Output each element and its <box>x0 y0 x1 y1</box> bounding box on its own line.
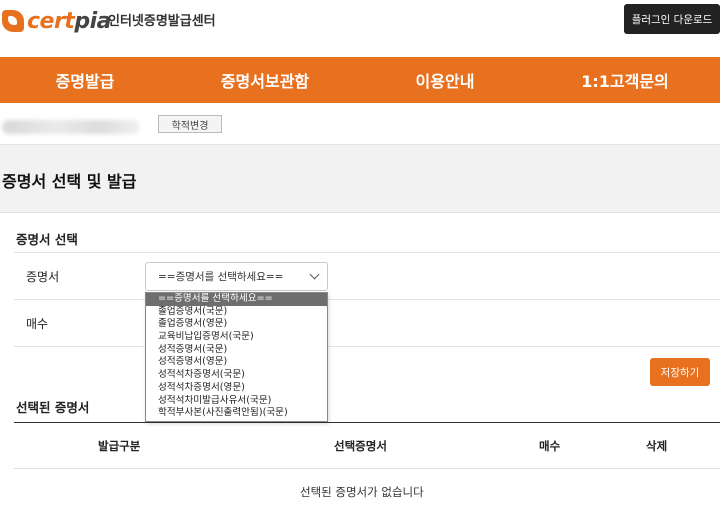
dropdown-option[interactable]: 성적증명서(국문) <box>146 344 327 357</box>
change-enrollment-button[interactable]: 학적변경 <box>158 115 222 133</box>
student-name-redacted <box>2 120 140 134</box>
top-header: certpia 인터넷증명발급센터 플러그인 다운로드 <box>0 0 720 57</box>
certpia-logo[interactable]: certpia <box>2 8 111 34</box>
dropdown-option[interactable]: 성적석차미발급사유서(국문) <box>146 395 327 408</box>
logo-icon <box>2 10 24 32</box>
divider <box>14 252 720 253</box>
certificate-select-value: ==증명서를 선택하세요== <box>158 271 284 283</box>
section-title-selected: 선택된 증명서 <box>16 400 90 415</box>
plugin-download-button[interactable]: 플러그인 다운로드 <box>624 4 720 34</box>
certificate-select[interactable]: ==증명서를 선택하세요== <box>145 262 328 291</box>
empty-message: 선택된 증명서가 없습니다 <box>300 485 424 499</box>
site-subtitle: 인터넷증명발급센터 <box>108 14 216 29</box>
nav-item-storage[interactable]: 증명서보관함 <box>180 57 350 103</box>
table-top-border <box>14 422 720 423</box>
save-button[interactable]: 저장하기 <box>650 358 710 386</box>
dropdown-option[interactable]: 성적증명서(영문) <box>146 356 327 369</box>
dropdown-option[interactable]: 졸업증명서(국문) <box>146 306 327 319</box>
quantity-label: 매수 <box>26 317 49 331</box>
divider <box>14 299 720 300</box>
column-header-delete: 삭제 <box>646 439 668 453</box>
dropdown-option[interactable]: ==증명서를 선택하세요== <box>146 293 327 306</box>
student-info-row <box>0 103 720 145</box>
column-header-quantity: 매수 <box>539 439 561 453</box>
nav-item-inquiry[interactable]: 1:1고객문의 <box>540 57 710 103</box>
dropdown-option[interactable]: 졸업증명서(영문) <box>146 318 327 331</box>
chevron-down-icon <box>309 269 320 280</box>
table-header-border <box>14 468 720 469</box>
dropdown-option[interactable]: 성적석차증명서(국문) <box>146 369 327 382</box>
dropdown-option[interactable]: 성적석차증명서(영문) <box>146 382 327 395</box>
section-title-selection: 증명서 선택 <box>16 232 78 247</box>
column-header-issue-type: 발급구분 <box>98 439 141 453</box>
logo-text: certpia <box>27 8 111 34</box>
certificate-dropdown-list: ==증명서를 선택하세요== 졸업증명서(국문) 졸업증명서(영문) 교육비납입… <box>145 292 328 422</box>
main-nav: 증명발급 증명서보관함 이용안내 1:1고객문의 <box>0 57 720 103</box>
nav-item-guide[interactable]: 이용안내 <box>360 57 530 103</box>
nav-item-issue[interactable]: 증명발급 <box>0 57 170 103</box>
certificate-label: 증명서 <box>26 270 60 284</box>
page-title: 증명서 선택 및 발급 <box>2 172 137 191</box>
divider <box>14 346 720 347</box>
dropdown-option[interactable]: 학적부사본(사진출력안됨)(국문) <box>146 407 327 420</box>
column-header-certificate: 선택증명서 <box>334 439 387 453</box>
dropdown-option[interactable]: 교육비납입증명서(국문) <box>146 331 327 344</box>
